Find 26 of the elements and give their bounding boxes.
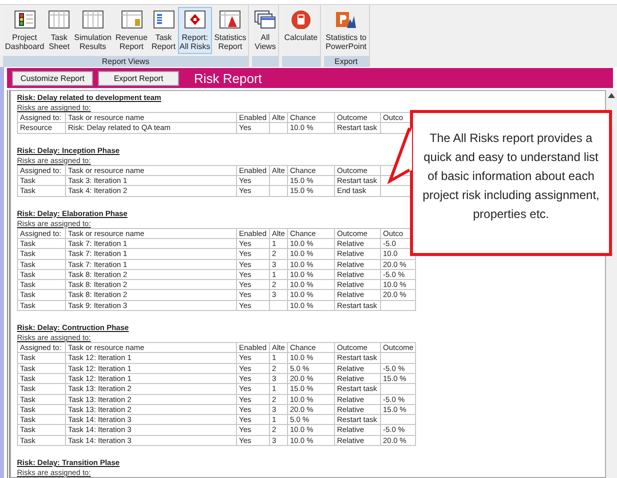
list-icon [152, 10, 175, 29]
group-label: Report Views [102, 56, 150, 66]
grid-icon [82, 10, 104, 29]
report-button[interactable]: Customize Report [12, 70, 93, 86]
ribbon-button[interactable]: Report: All Risks [178, 7, 212, 54]
ribbon-button[interactable]: Task Report [150, 7, 178, 54]
report-title: Risk Report [194, 70, 262, 86]
chart-icon [219, 10, 242, 29]
group-label: Export [334, 56, 358, 66]
ribbon-button[interactable]: Statistics to PowerPoint [324, 7, 369, 54]
report-button[interactable]: Export Report [98, 70, 179, 86]
group-footer-bar [252, 56, 278, 67]
ribbon-button[interactable]: Project Dashboard [3, 7, 46, 54]
chart-sheet-icon [120, 10, 143, 29]
ribbon-button[interactable]: Task Sheet [46, 7, 72, 54]
windows-icon [254, 10, 276, 29]
grid-icon [48, 10, 70, 29]
callout: The All Risks report provides a quick and easy to understand list of basic information about each project risk including assignment, properties etc. [410, 110, 612, 256]
calculator-icon [290, 10, 312, 29]
group-footer-bar [282, 56, 320, 67]
ribbon-button[interactable]: Simulation Results [72, 7, 114, 54]
ribbon-button[interactable]: Statistics Report [212, 7, 248, 54]
ribbon-button[interactable]: Revenue Report [114, 7, 150, 54]
traffic-light-icon [14, 10, 36, 29]
scroll-up-icon[interactable] [608, 93, 615, 98]
presentation-icon [335, 10, 358, 29]
